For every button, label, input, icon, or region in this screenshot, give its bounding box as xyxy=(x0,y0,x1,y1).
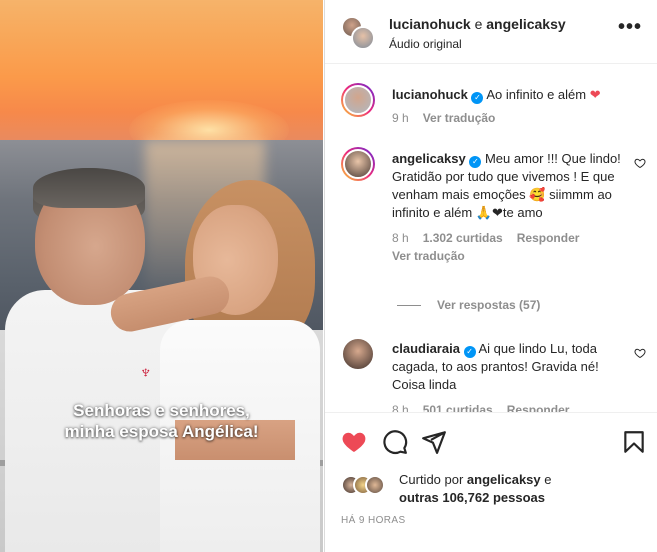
view-replies-label: Ver respostas (57) xyxy=(437,298,541,312)
see-translation-link[interactable]: Ver tradução xyxy=(423,111,496,125)
comment-username[interactable]: angelicaksy xyxy=(392,151,466,166)
post-actions: Curtido por angelicaksy e outras 106,762… xyxy=(325,412,657,552)
avatar[interactable] xyxy=(341,337,375,371)
liked-by-text: Curtido por angelicaksy e outras 106,762… xyxy=(399,471,551,507)
liked-user-link[interactable]: angelicaksy xyxy=(467,472,541,487)
more-icon[interactable]: ••• xyxy=(618,17,642,37)
verified-icon: ✓ xyxy=(469,156,482,168)
post-side-panel: lucianohuck e angelicaksy Áudio original… xyxy=(324,0,657,552)
joiner-text: e xyxy=(470,16,487,32)
comment-time: 8 h xyxy=(392,403,409,412)
comment-item: claudiaraia ✓ Ai que lindo Lu, toda caga… xyxy=(341,337,646,412)
comment-username[interactable]: lucianohuck xyxy=(392,87,468,102)
video-frame: ♆ xyxy=(0,0,323,552)
heart-emoji: ❤ xyxy=(589,87,601,102)
video-caption: Senhoras e senhores, minha esposa Angéli… xyxy=(0,400,323,442)
replies-divider xyxy=(397,305,421,307)
comment-body: angelicaksy ✓ Meu amor !!! Que lindo! Gr… xyxy=(392,150,632,264)
comments-list[interactable]: lucianohuck ✓ Ao infinito e além ❤ 9 h Ve… xyxy=(325,65,657,412)
audio-link[interactable]: Áudio original xyxy=(389,37,462,51)
liked-by: Curtido por angelicaksy e outras 106,762… xyxy=(341,471,651,511)
save-icon[interactable] xyxy=(621,429,647,455)
post-video[interactable]: ♆ Senhoras e senhores, minha esposa Angé… xyxy=(0,0,323,552)
comment-text: Ao infinito e além xyxy=(483,87,590,102)
comment-meta: 9 h Ver tradução xyxy=(392,110,632,126)
comment-likes[interactable]: 501 curtidas xyxy=(423,403,493,412)
comment-icon[interactable] xyxy=(382,429,408,455)
view-replies-button[interactable]: Ver respostas (57) xyxy=(397,298,637,312)
liked-mid: e xyxy=(540,472,552,487)
like-comment-icon[interactable] xyxy=(634,157,646,169)
comment-body: claudiaraia ✓ Ai que lindo Lu, toda caga… xyxy=(392,340,632,412)
verified-icon: ✓ xyxy=(471,92,484,104)
heart-icon[interactable] xyxy=(341,429,367,455)
verified-icon: ✓ xyxy=(463,346,476,358)
video-caption-line-2: minha esposa Angélica! xyxy=(64,422,259,441)
comment-time: 9 h xyxy=(392,111,409,125)
comment-item: angelicaksy ✓ Meu amor !!! Que lindo! Gr… xyxy=(341,147,646,287)
liker-avatars[interactable] xyxy=(341,475,401,497)
reply-button[interactable]: Responder xyxy=(517,231,580,245)
liked-others-link[interactable]: outras 106,762 pessoas xyxy=(399,489,551,507)
share-icon[interactable] xyxy=(421,429,447,455)
video-caption-line-1: Senhoras e senhores, xyxy=(73,401,250,420)
comment-time: 8 h xyxy=(392,231,409,245)
avatar[interactable] xyxy=(341,83,375,117)
post-timestamp[interactable]: HÁ 9 HORAS xyxy=(341,515,406,526)
comment-likes[interactable]: 1.302 curtidas xyxy=(423,231,503,245)
comment-username[interactable]: claudiaraia xyxy=(392,341,460,356)
avatar[interactable] xyxy=(341,147,375,181)
username-link[interactable]: angelicaksy xyxy=(486,16,565,32)
reply-button[interactable]: Responder xyxy=(507,403,570,412)
username-link[interactable]: lucianohuck xyxy=(389,16,471,32)
caption-comment: lucianohuck ✓ Ao infinito e além ❤ 9 h Ve… xyxy=(341,83,646,133)
collab-avatars[interactable] xyxy=(341,16,375,50)
collab-usernames: lucianohuck e angelicaksy xyxy=(389,16,566,32)
see-translation-link[interactable]: Ver tradução xyxy=(392,248,632,264)
comment-body: lucianohuck ✓ Ao infinito e além ❤ 9 h Ve… xyxy=(392,86,632,126)
liked-prefix: Curtido por xyxy=(399,472,467,487)
avatar xyxy=(365,475,385,495)
comment-meta: 8 h 1.302 curtidas Responder xyxy=(392,230,632,246)
avatar xyxy=(351,26,375,50)
shirt-logo: ♆ xyxy=(139,362,153,382)
like-comment-icon[interactable] xyxy=(634,347,646,359)
post-header: lucianohuck e angelicaksy Áudio original… xyxy=(325,0,657,64)
man-hair-top xyxy=(33,168,145,208)
comment-meta: 8 h 501 curtidas Responder xyxy=(392,402,632,412)
